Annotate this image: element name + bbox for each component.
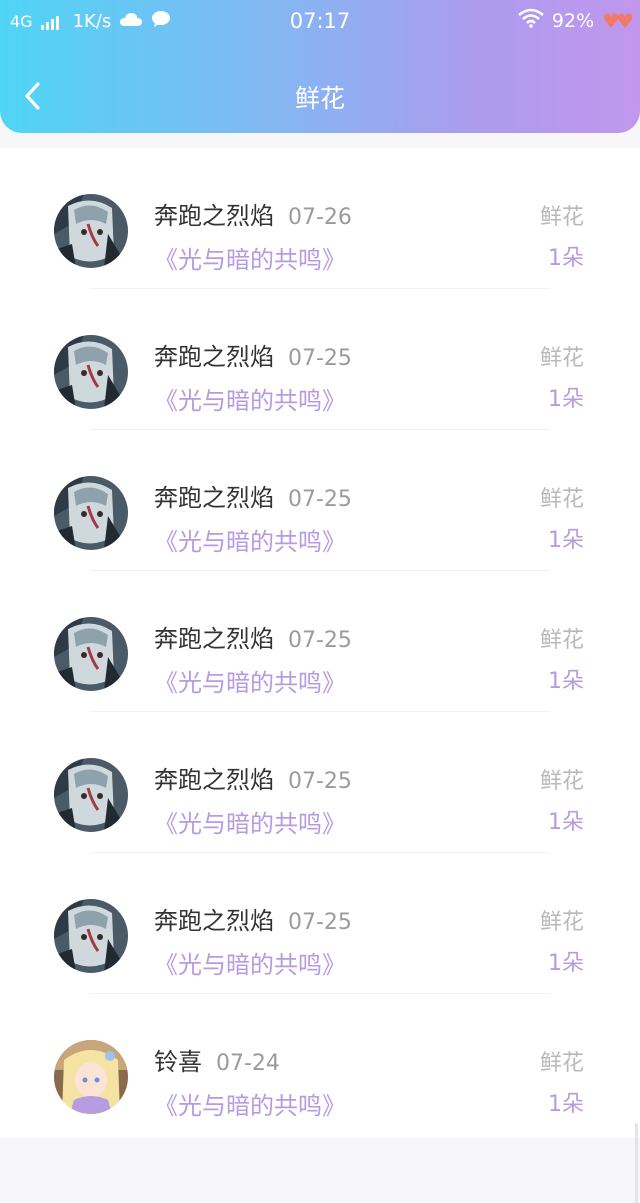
gift-count: 1朵 (548, 810, 584, 835)
gift-type-label: 鲜花 (539, 346, 584, 371)
username: 奔跑之烈焰 07-26 (154, 202, 352, 230)
record-date: 07-25 (288, 910, 352, 935)
gift-type-label: 鲜花 (539, 487, 584, 512)
work-title-link[interactable]: 《光与暗的共鸣》 (154, 663, 346, 698)
status-bar: 4G 1K/s 07:17 92% ♥♥ (0, 0, 640, 44)
list-item[interactable]: 奔跑之烈焰 07-25 《光与暗的共鸣》 鲜花 1朵 (0, 712, 640, 853)
avatar[interactable] (54, 476, 128, 550)
avatar[interactable] (54, 899, 128, 973)
record-date: 07-25 (288, 769, 352, 794)
username: 奔跑之烈焰 07-25 (154, 484, 352, 512)
work-title-link[interactable]: 《光与暗的共鸣》 (154, 522, 346, 557)
gift-type-label: 鲜花 (539, 910, 584, 935)
record-date: 07-25 (288, 346, 352, 371)
avatar[interactable] (54, 758, 128, 832)
list-item[interactable]: 铃喜 07-24 《光与暗的共鸣》 鲜花 1朵 (0, 994, 640, 1135)
scrollbar[interactable] (635, 1123, 638, 1203)
record-date: 07-26 (288, 205, 352, 230)
list-item[interactable]: 奔跑之烈焰 07-25 《光与暗的共鸣》 鲜花 1朵 (0, 853, 640, 994)
avatar[interactable] (54, 194, 128, 268)
record-date: 07-24 (216, 1051, 280, 1076)
nav-bar: 鲜花 (0, 60, 640, 130)
work-title-link[interactable]: 《光与暗的共鸣》 (154, 381, 346, 416)
gift-count: 1朵 (548, 1092, 584, 1117)
list-item[interactable]: 奔跑之烈焰 07-25 《光与暗的共鸣》 鲜花 1朵 (0, 289, 640, 430)
header: 4G 1K/s 07:17 92% ♥♥ 鲜花 (0, 0, 640, 133)
status-right: 92% ♥♥ (518, 8, 634, 33)
heart-battery-icon: ♥♥ (602, 8, 634, 33)
record-date: 07-25 (288, 487, 352, 512)
wifi-icon (518, 8, 544, 33)
gift-count: 1朵 (548, 669, 584, 694)
gift-type-label: 鲜花 (539, 628, 584, 653)
gift-type-label: 鲜花 (539, 205, 584, 230)
gift-count: 1朵 (548, 246, 584, 271)
gift-type-label: 鲜花 (539, 769, 584, 794)
work-title-link[interactable]: 《光与暗的共鸣》 (154, 945, 346, 980)
username: 奔跑之烈焰 07-25 (154, 625, 352, 653)
list-item[interactable]: 奔跑之烈焰 07-26 《光与暗的共鸣》 鲜花 1朵 (0, 148, 640, 289)
work-title-link[interactable]: 《光与暗的共鸣》 (154, 1086, 346, 1121)
avatar[interactable] (54, 1040, 128, 1114)
list-item[interactable]: 奔跑之烈焰 07-25 《光与暗的共鸣》 鲜花 1朵 (0, 430, 640, 571)
avatar[interactable] (54, 335, 128, 409)
gift-count: 1朵 (548, 951, 584, 976)
username: 奔跑之烈焰 07-25 (154, 766, 352, 794)
battery-level: 92% (551, 9, 595, 32)
work-title-link[interactable]: 《光与暗的共鸣》 (154, 240, 346, 275)
page-title: 鲜花 (294, 84, 345, 113)
username: 奔跑之烈焰 07-25 (154, 343, 352, 371)
username: 奔跑之烈焰 07-25 (154, 907, 352, 935)
gift-record-list[interactable]: 奔跑之烈焰 07-26 《光与暗的共鸣》 鲜花 1朵 奔跑之烈焰 07-25 《光与… (0, 148, 640, 1203)
gift-type-label: 鲜花 (539, 1051, 584, 1076)
avatar[interactable] (54, 617, 128, 691)
username: 铃喜 07-24 (154, 1048, 280, 1076)
work-title-link[interactable]: 《光与暗的共鸣》 (154, 804, 346, 839)
list-item[interactable]: 奔跑之烈焰 07-25 《光与暗的共鸣》 鲜花 1朵 (0, 571, 640, 712)
gift-count: 1朵 (548, 387, 584, 412)
record-date: 07-25 (288, 628, 352, 653)
gift-count: 1朵 (548, 528, 584, 553)
